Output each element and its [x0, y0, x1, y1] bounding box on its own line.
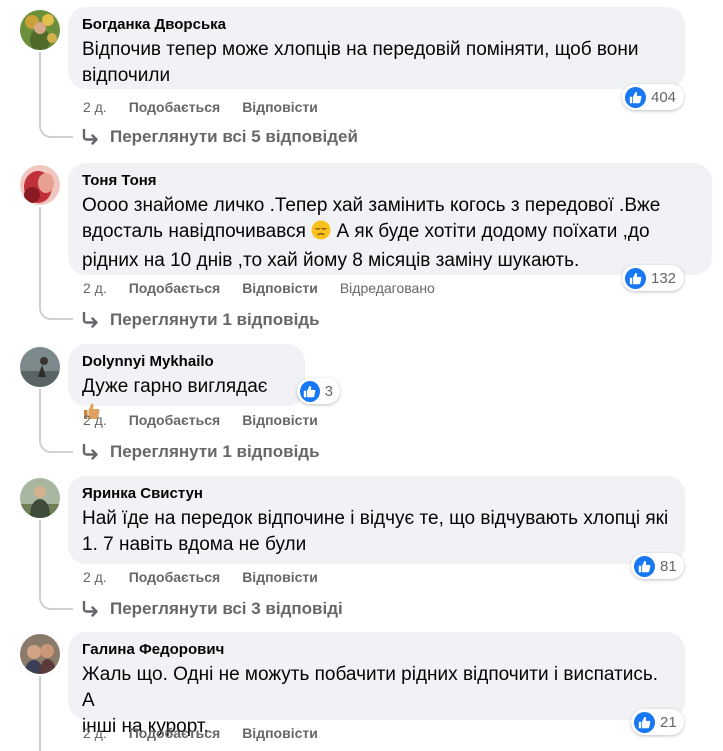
thread-line — [39, 676, 41, 751]
avatar[interactable] — [20, 634, 60, 674]
view-replies-link[interactable]: Переглянути 1 відповідь — [82, 310, 320, 330]
thread-line — [39, 52, 41, 122]
like-button[interactable]: Подобається — [129, 279, 220, 297]
thread-connector — [39, 304, 73, 320]
like-button[interactable]: Подобається — [129, 411, 220, 429]
like-thumb-icon — [634, 711, 655, 733]
comment-text-line: відпочили — [82, 65, 171, 86]
reply-arrow-icon — [82, 444, 100, 460]
view-replies-link[interactable]: Переглянути всі 5 відповідей — [82, 127, 358, 147]
thread-connector — [39, 437, 73, 453]
avatar[interactable] — [20, 10, 60, 50]
reply-arrow-icon — [82, 601, 100, 617]
comment-text-line: рідних на 10 днів ,то хай йому 8 місяців… — [82, 250, 580, 271]
comment-timestamp[interactable]: 2 д. — [83, 411, 107, 429]
comment-text-line: Оооо знайоме личко .Тепер хай замінить к… — [82, 195, 661, 216]
reply-button[interactable]: Відповісти — [242, 411, 318, 429]
comment-actions: 2 д. Подобається Відповісти — [83, 724, 340, 742]
view-replies-label: Переглянути 1 відповідь — [110, 310, 320, 329]
reaction-count-badge[interactable]: 21 — [631, 709, 684, 735]
like-button[interactable]: Подобається — [129, 724, 220, 742]
comment-actions: 2 д. Подобається Відповісти — [83, 568, 340, 586]
reaction-count-badge[interactable]: 81 — [631, 553, 684, 579]
reaction-count: 404 — [651, 88, 677, 106]
comment-text: Най їде на передок відпочине і відчує те… — [82, 506, 671, 558]
avatar[interactable] — [20, 347, 60, 387]
comment-text-line: Відпочив тепер може хлопців на передовій… — [82, 39, 639, 60]
comment-actions: 2 д. Подобається Відповісти Відредагован… — [83, 279, 435, 297]
reaction-count: 3 — [324, 382, 333, 400]
like-thumb-icon — [625, 86, 646, 108]
thread-line — [39, 389, 41, 437]
comment-author[interactable]: Галина Федорович — [82, 640, 671, 659]
comments-thread: Богданка Дворська Відпочив тепер може хл… — [0, 0, 723, 751]
like-thumb-icon — [634, 555, 655, 577]
reply-button[interactable]: Відповісти — [242, 568, 318, 586]
pensive-face-emoji-icon — [311, 220, 331, 248]
reaction-count-badge[interactable]: 3 — [297, 378, 340, 404]
avatar[interactable] — [20, 165, 60, 205]
comment-text-line: Най їде на передок відпочине і відчує те… — [82, 508, 669, 529]
comment-author[interactable]: Богданка Дворська — [82, 15, 671, 34]
reply-button[interactable]: Відповісти — [242, 724, 318, 742]
comment-text: Оооо знайоме личко .Тепер хай замінить к… — [82, 193, 698, 274]
like-button[interactable]: Подобається — [129, 98, 220, 116]
reaction-count-badge[interactable]: 404 — [622, 84, 684, 110]
reply-arrow-icon — [82, 129, 100, 145]
comment-bubble: Богданка Дворська Відпочив тепер може хл… — [68, 7, 685, 89]
like-thumb-icon — [300, 380, 320, 402]
comment-author[interactable]: Dolynnyi Mykhailo — [82, 352, 291, 371]
view-replies-link[interactable]: Переглянути 1 відповідь — [82, 442, 320, 462]
avatar[interactable] — [20, 478, 60, 518]
comment-author[interactable]: Тоня Тоня — [82, 171, 698, 190]
comment-author[interactable]: Яринка Свистун — [82, 484, 671, 503]
comment-actions: 2 д. Подобається Відповісти — [83, 411, 340, 429]
edited-label: Відредаговано — [339, 280, 435, 296]
comment-bubble: Тоня Тоня Оооо знайоме личко .Тепер хай … — [68, 163, 712, 275]
reaction-count-badge[interactable]: 132 — [622, 265, 684, 291]
reaction-count: 21 — [660, 713, 677, 731]
thread-line — [39, 520, 41, 594]
reply-button[interactable]: Відповісти — [242, 98, 318, 116]
comment-text-line: 1. 7 навіть вдома не були — [82, 534, 307, 555]
comment-bubble: Галина Федорович Жаль що. Одні не можуть… — [68, 632, 685, 737]
view-replies-label: Переглянути всі 3 відповіді — [110, 599, 343, 618]
comment-timestamp[interactable]: 2 д. — [83, 279, 107, 297]
thread-connector — [39, 122, 73, 138]
reply-button[interactable]: Відповісти — [242, 279, 318, 297]
comment-actions: 2 д. Подобається Відповісти — [83, 98, 340, 116]
comment-text-line: Жаль що. Одні не можуть побачити рідних … — [82, 664, 659, 711]
view-replies-label: Переглянути 1 відповідь — [110, 442, 320, 461]
comment-timestamp[interactable]: 2 д. — [83, 568, 107, 586]
view-replies-link[interactable]: Переглянути всі 3 відповіді — [82, 599, 343, 619]
like-button[interactable]: Подобається — [129, 568, 220, 586]
view-replies-label: Переглянути всі 5 відповідей — [110, 127, 358, 146]
comment-text-line: А як буде хотіти додому поїхати ,до — [331, 221, 650, 242]
reaction-count: 132 — [651, 269, 677, 287]
comment-text-line: Дуже гарно виглядає — [82, 376, 268, 397]
comment-text: Відпочив тепер може хлопців на передовій… — [82, 37, 671, 89]
reaction-count: 81 — [660, 557, 677, 575]
reply-arrow-icon — [82, 312, 100, 328]
comment-text-line: вдосталь навідпочивався — [82, 221, 306, 242]
comment-timestamp[interactable]: 2 д. — [83, 724, 107, 742]
comment-bubble: Dolynnyi Mykhailo Дуже гарно виглядає — [68, 344, 305, 419]
comment-timestamp[interactable]: 2 д. — [83, 98, 107, 116]
thread-line — [39, 207, 41, 304]
like-thumb-icon — [625, 267, 646, 289]
comment-bubble: Яринка Свистун Най їде на передок відпоч… — [68, 476, 685, 564]
thread-connector — [39, 594, 73, 610]
